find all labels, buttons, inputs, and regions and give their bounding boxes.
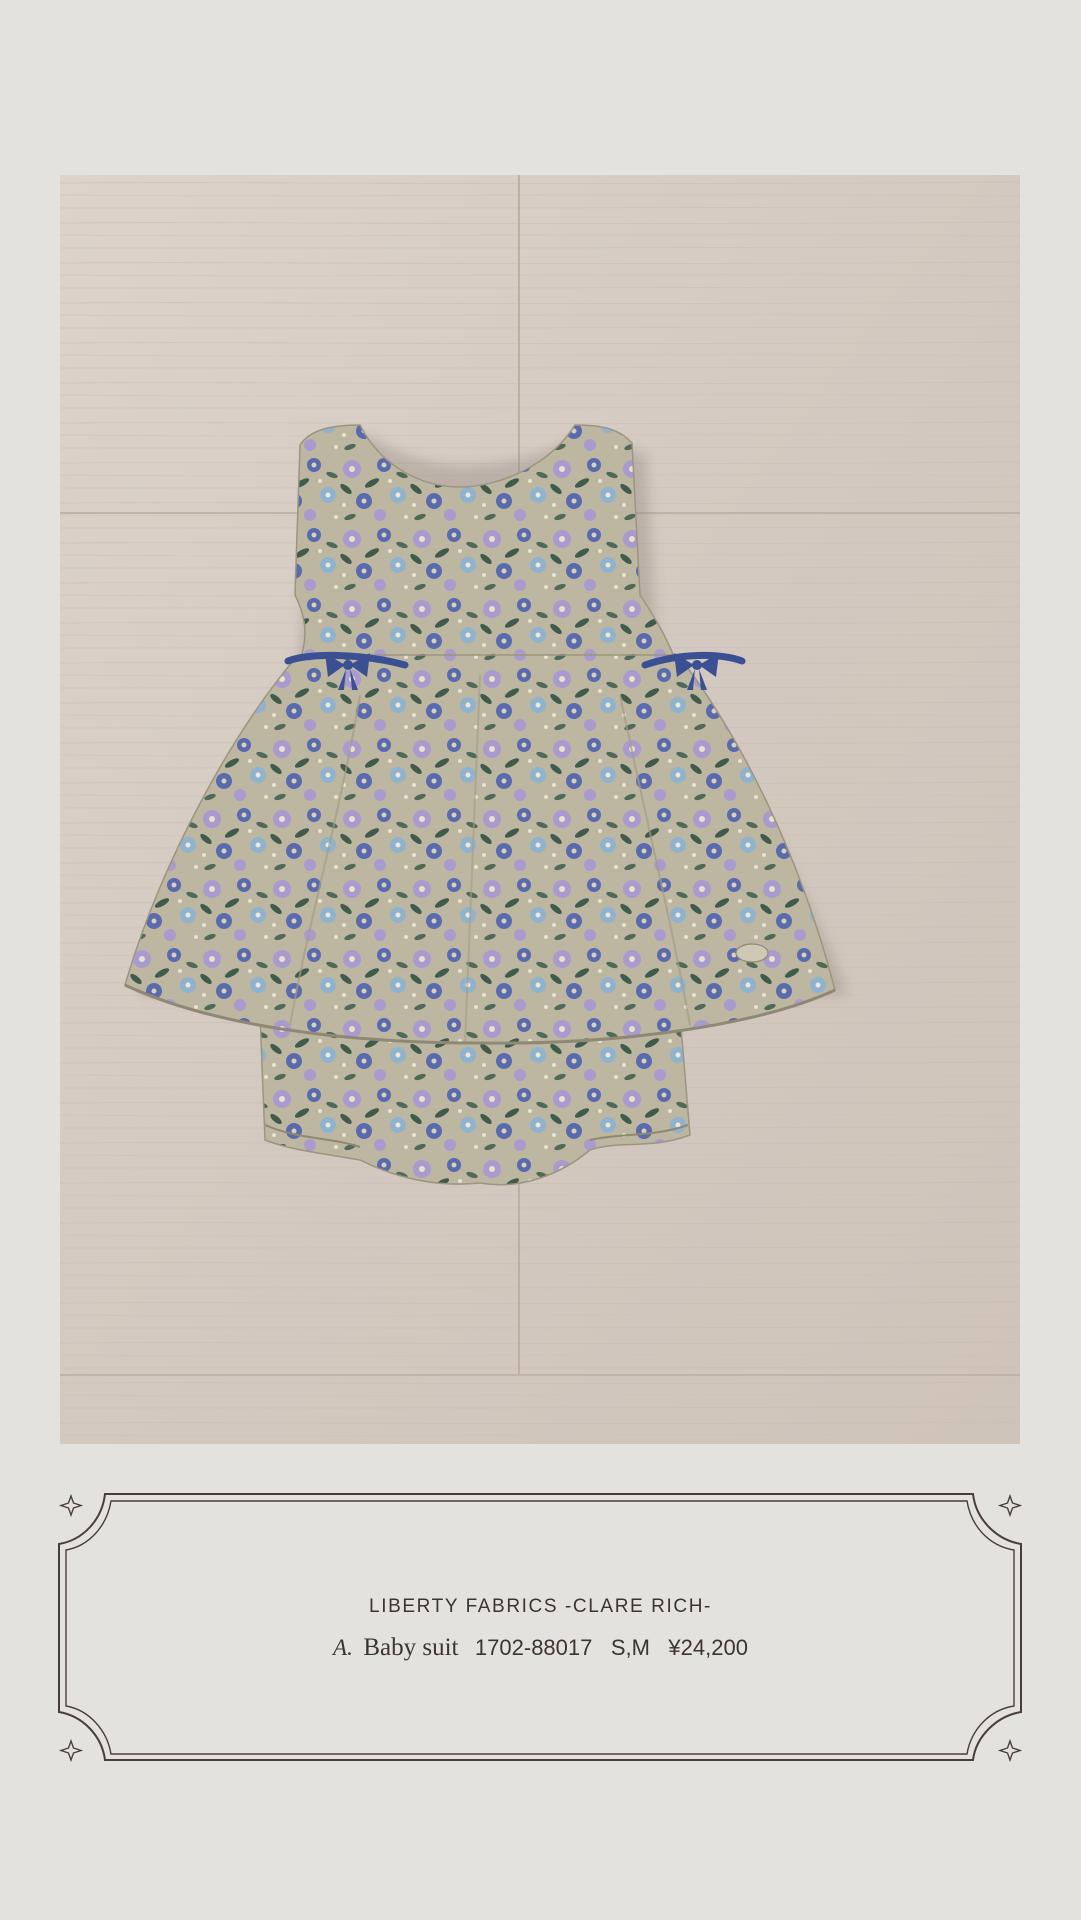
collection-name: LIBERTY FABRICS -CLARE RICH- — [369, 1596, 712, 1617]
product-photo — [60, 175, 1020, 1444]
corner-star-icons — [58, 1493, 1023, 1763]
item-letter: A. — [333, 1635, 353, 1660]
item-name: Baby suit — [363, 1634, 459, 1661]
item-sizes: S,M — [610, 1635, 650, 1660]
caption-frame: LIBERTY FABRICS -CLARE RICH- A. Baby sui… — [55, 1490, 1026, 1765]
baby-suit-image — [60, 175, 1020, 1444]
item-code: 1702-88017 — [474, 1635, 593, 1660]
ornamental-frame-border — [58, 1493, 1023, 1763]
item-details: A. Baby suit 1702-88017 S,M ¥24,200 — [55, 1634, 1026, 1662]
item-price: ¥24,200 — [668, 1635, 748, 1660]
